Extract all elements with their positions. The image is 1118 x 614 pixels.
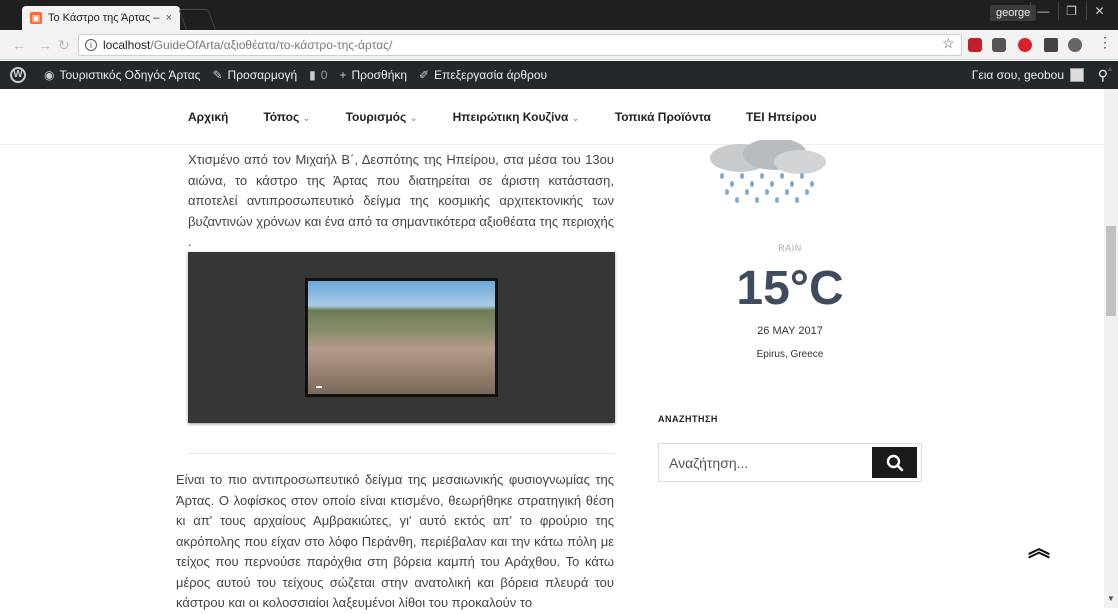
- video-watermark-icon: ▬: [316, 384, 322, 390]
- comment-icon: ▮: [309, 68, 316, 82]
- window-controls: — ❐ ✕: [1030, 2, 1112, 20]
- nav-item-cuisine[interactable]: Ηπειρώτικη Κουζίνα ⌄: [453, 110, 580, 124]
- forward-icon[interactable]: →: [38, 37, 52, 53]
- weather-temperature: 15°C: [736, 262, 844, 315]
- chevron-down-icon: ⌄: [571, 112, 580, 124]
- pencil-icon: ✐: [419, 68, 430, 82]
- scrollbar-thumb[interactable]: [1106, 226, 1116, 316]
- nav-label: Τόπος: [263, 109, 300, 124]
- avatar: [1070, 68, 1084, 82]
- dashboard-icon: ◉: [44, 68, 55, 82]
- brush-icon: ✎: [212, 68, 223, 82]
- scroll-up-icon[interactable]: ▲: [1106, 64, 1114, 73]
- search-widget-heading: ΑΝΑΖΗΤΗΣΗ: [658, 414, 718, 424]
- address-bar-row: ← → ↻ i localhost/GuideOfArta/αξιοθέατα/…: [0, 30, 1118, 60]
- video-embed[interactable]: ▬: [188, 252, 615, 423]
- article-content-continued: Είναι το πιο αντιπροσωπευτικό δείγμα της…: [176, 470, 614, 614]
- nav-label: Αρχική: [188, 109, 229, 124]
- close-window-icon[interactable]: ✕: [1086, 2, 1112, 20]
- reload-icon[interactable]: ↻: [58, 37, 70, 54]
- new-tab-button[interactable]: [178, 9, 216, 29]
- admin-comments-link[interactable]: ▮ 0: [309, 68, 327, 82]
- nav-item-home[interactable]: Αρχική: [188, 110, 228, 124]
- favicon-icon: ▣: [30, 12, 42, 24]
- extension-s-icon[interactable]: [992, 38, 1006, 52]
- scroll-down-icon[interactable]: ▼: [1107, 594, 1115, 603]
- browser-tab[interactable]: ▣ Το Κάστρο της Άρτας – ×: [22, 6, 180, 30]
- nav-label: Ηπειρώτικη Κουζίνα: [452, 109, 569, 124]
- page-scrollbar[interactable]: [1104, 89, 1118, 608]
- admin-site-link[interactable]: ◉ Τουριστικός Οδηγός Άρτας: [44, 68, 200, 82]
- admin-greeting: Γεια σου, geobou: [971, 68, 1064, 82]
- admin-site-name: Τουριστικός Οδηγός Άρτας: [59, 68, 201, 82]
- info-icon[interactable]: i: [85, 39, 97, 51]
- nav-item-place[interactable]: Τόπος ⌄: [263, 110, 310, 124]
- chevron-down-icon: ⌄: [302, 112, 311, 124]
- admin-add-new-link[interactable]: + Προσθήκη: [339, 68, 407, 82]
- url-host: localhost: [103, 38, 151, 52]
- back-to-top-icon[interactable]: ︽: [1028, 538, 1050, 560]
- nav-label: Τοπικά Προϊόντα: [614, 109, 711, 124]
- admin-account-link[interactable]: Γεια σου, geobou: [972, 61, 1084, 89]
- nav-item-tourism[interactable]: Τουρισμός ⌄: [346, 110, 418, 124]
- url-path: /GuideOfArta/αξιοθέατα/το-κάστρο-της-άρτ…: [150, 38, 393, 52]
- admin-edit-link[interactable]: ✐ Επεξεργασία άρθρου: [419, 68, 547, 82]
- comments-count: 0: [320, 68, 328, 82]
- wordpress-logo-icon[interactable]: W: [10, 67, 26, 83]
- restore-icon[interactable]: ❐: [1058, 2, 1084, 20]
- minimize-icon[interactable]: —: [1030, 2, 1056, 20]
- plus-icon: +: [339, 68, 347, 82]
- weather-date: 26 MAY 2017: [757, 325, 823, 337]
- extension-puzzle-icon[interactable]: [1044, 38, 1058, 52]
- article-paragraph: Χτισμένο από τον Μιχαήλ Β΄, Δεσπότης της…: [188, 152, 614, 249]
- divider: [188, 453, 614, 454]
- rain-cloud-icon: [710, 140, 826, 203]
- admin-edit-label: Επεξεργασία άρθρου: [434, 68, 548, 82]
- url-field[interactable]: i localhost/GuideOfArta/αξιοθέατα/το-κάσ…: [78, 34, 962, 56]
- search-icon: [886, 454, 903, 471]
- menu-icon[interactable]: ⋮: [1098, 34, 1112, 51]
- weather-condition: RAIN: [778, 243, 802, 253]
- admin-add-label: Προσθήκη: [351, 68, 408, 82]
- close-tab-icon[interactable]: ×: [166, 12, 172, 24]
- extension-icon[interactable]: [968, 38, 982, 52]
- search-button[interactable]: [872, 447, 917, 478]
- nav-item-tei[interactable]: ΤΕΙ Ηπείρου: [746, 110, 817, 124]
- search-widget: [658, 443, 922, 482]
- chevron-down-icon: ⌄: [409, 112, 418, 124]
- weather-location: Epirus, Greece: [756, 349, 824, 360]
- bookmark-star-icon[interactable]: ☆: [942, 35, 955, 52]
- admin-customize-link[interactable]: ✎ Προσαρμογή: [212, 68, 297, 82]
- back-icon[interactable]: ←: [12, 37, 26, 53]
- admin-customize-label: Προσαρμογή: [227, 68, 298, 82]
- nav-label: ΤΕΙ Ηπείρου: [745, 109, 817, 124]
- search-input[interactable]: [659, 454, 872, 471]
- video-thumbnail[interactable]: ▬: [305, 278, 498, 397]
- extension-shield-icon[interactable]: [1018, 38, 1032, 52]
- article-content: Χτισμένο από τον Μιχαήλ Β΄, Δεσπότης της…: [188, 150, 614, 253]
- extension-drive-icon[interactable]: [1068, 38, 1082, 52]
- article-paragraph: Είναι το πιο αντιπροσωπευτικό δείγμα της…: [176, 472, 614, 610]
- nav-label: Τουρισμός: [345, 109, 407, 124]
- browser-tab-strip: ▣ Το Κάστρο της Άρτας – × george — ❐ ✕: [0, 0, 1118, 30]
- main-navigation: Αρχική Τόπος ⌄ Τουρισμός ⌄ Ηπειρώτικη Κουζ…: [0, 89, 1104, 145]
- nav-item-products[interactable]: Τοπικά Προϊόντα: [615, 110, 711, 124]
- wp-admin-bar: W ◉ Τουριστικός Οδηγός Άρτας ✎ Προσαρμογή …: [0, 61, 1118, 89]
- tab-title: Το Κάστρο της Άρτας –: [48, 12, 160, 24]
